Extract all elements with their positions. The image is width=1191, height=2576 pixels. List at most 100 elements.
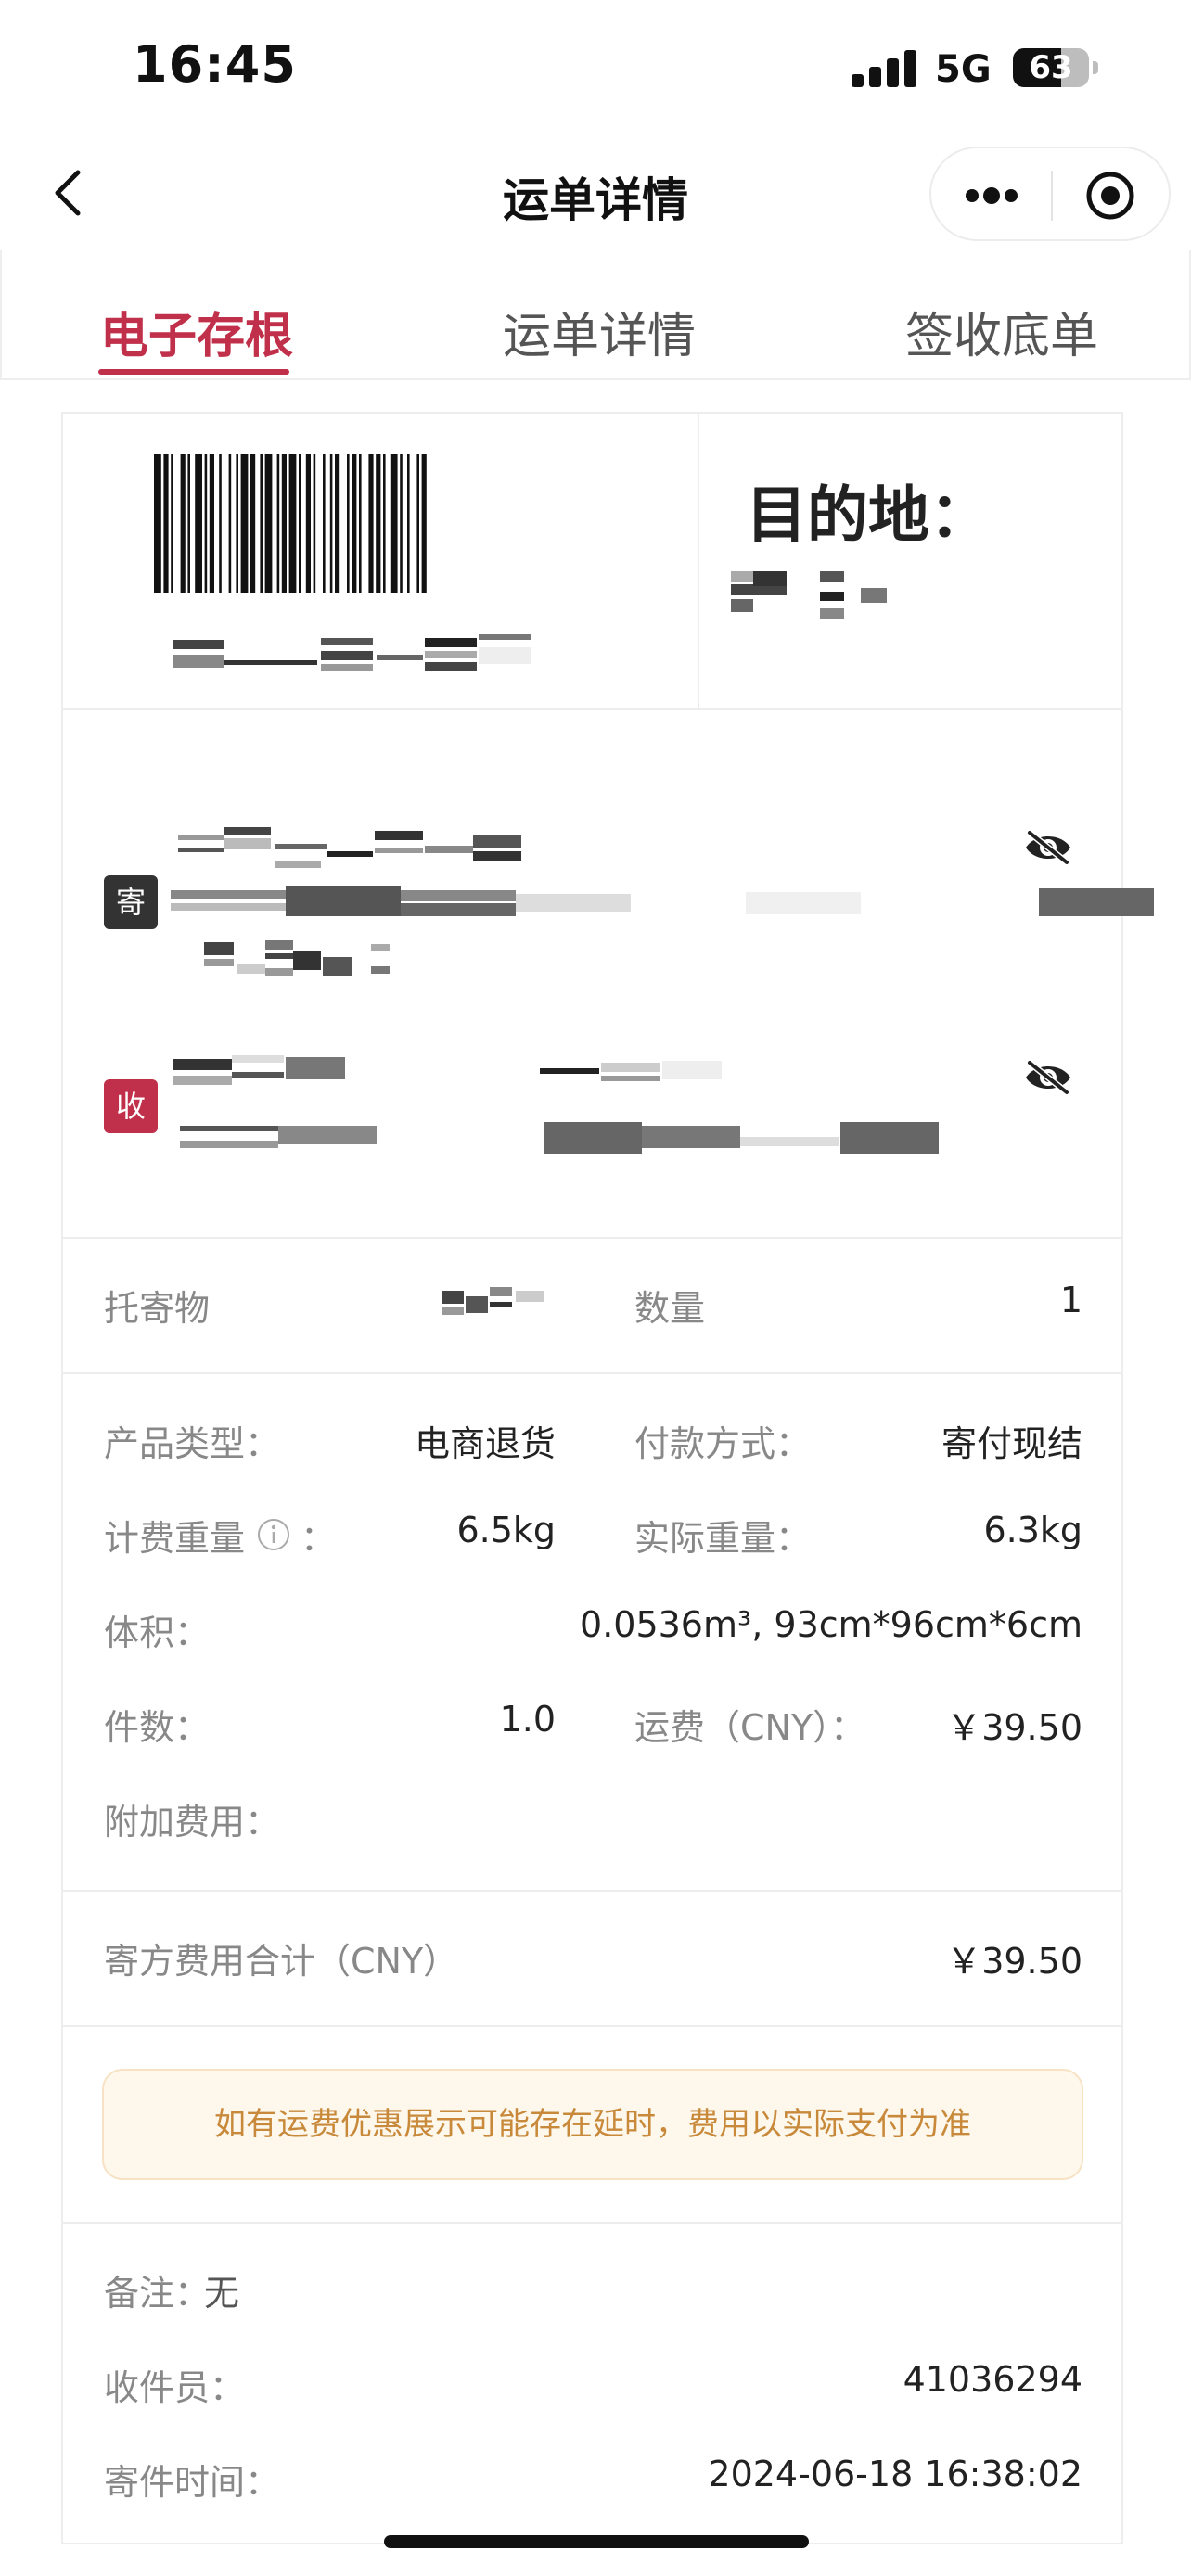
pieces-label: 件数： xyxy=(104,1707,211,1748)
total-fee-label: 寄方费用合计（CNY） xyxy=(104,1941,459,1982)
tab-e-stub[interactable]: 电子存根 xyxy=(100,297,293,366)
barcode-bar xyxy=(313,454,316,593)
barcode-bar xyxy=(154,454,161,593)
remark-label: 备注： xyxy=(104,2273,211,2314)
eye-slash-icon[interactable] xyxy=(1022,1057,1074,1098)
sender-address-redacted xyxy=(171,886,1154,916)
barcode-bar xyxy=(335,454,340,593)
barcode-bar xyxy=(209,454,214,593)
tab-waybill-detail[interactable]: 运单详情 xyxy=(503,297,696,366)
barcode-bar xyxy=(204,454,208,593)
barcode-bar xyxy=(264,454,273,593)
actual-weight-label: 实际重量： xyxy=(634,1518,812,1559)
row-divider xyxy=(63,1372,1121,1374)
barcode-bar xyxy=(383,454,386,593)
barcode-bar xyxy=(376,454,381,593)
freight-label: 运费（CNY）： xyxy=(634,1707,866,1748)
send-time-value: 2024-06-18 16:38:02 xyxy=(708,2454,1082,2494)
network-type: 5G xyxy=(935,48,992,91)
battery-nub xyxy=(1093,61,1098,74)
destination-redacted xyxy=(731,571,887,619)
barcode-bar xyxy=(407,454,410,593)
receiver-address-redacted xyxy=(180,1122,939,1154)
destination-label: 目的地： xyxy=(746,479,991,551)
courier-value: 41036294 xyxy=(903,2359,1082,2400)
battery-icon: 63 xyxy=(1013,48,1089,87)
product-type-label: 产品类型： xyxy=(104,1423,281,1464)
receiver-badge: 收 xyxy=(104,1079,158,1133)
tab-bar: 电子存根 运单详情 签收底单 xyxy=(0,250,1191,380)
tab-signed-receipt[interactable]: 签收底单 xyxy=(905,297,1098,366)
barcode-bar xyxy=(187,454,190,593)
barcode-bar xyxy=(400,454,403,593)
barcode-bar xyxy=(323,454,326,593)
barcode-bar xyxy=(171,454,173,593)
sender-badge: 寄 xyxy=(104,875,158,929)
barcode-bar xyxy=(368,454,374,593)
tab-active-indicator xyxy=(98,369,289,375)
row-divider xyxy=(63,1890,1121,1892)
barcode-bar xyxy=(219,454,222,593)
mini-program-capsule xyxy=(929,147,1171,241)
volume-value: 0.0536m³, 93cm*96cm*6cm xyxy=(580,1604,1082,1645)
home-indicator xyxy=(384,2535,809,2548)
status-time: 16:45 xyxy=(133,35,297,94)
receiver-name-redacted xyxy=(173,1055,722,1085)
quantity-label: 数量 xyxy=(634,1288,706,1329)
barcode-bar xyxy=(359,454,362,593)
extra-fee-label: 附加费用： xyxy=(104,1802,281,1843)
row-divider xyxy=(63,2025,1121,2027)
billing-weight-value: 6.5kg xyxy=(456,1510,556,1550)
payment-method-value: 寄付现结 xyxy=(941,1423,1082,1464)
barcode-bar xyxy=(276,454,280,593)
pieces-value: 1.0 xyxy=(499,1699,556,1740)
sender-phone-redacted xyxy=(204,940,390,976)
barcode-bar xyxy=(250,454,256,593)
barcode-bar xyxy=(260,454,263,593)
status-bar: 16:45 5G 63 xyxy=(0,0,1191,139)
row-divider xyxy=(63,2222,1121,2224)
fee-notice-banner: 如有运费优惠展示可能存在延时，费用以实际支付为准 xyxy=(102,2069,1083,2180)
quantity-value: 1 xyxy=(1059,1280,1082,1320)
waybill-card: 目的地： 寄 收 托寄物 数量 1 产品类型： 电商退货 付款方式： 寄付现结 … xyxy=(61,412,1154,2544)
barcode-bar xyxy=(180,454,186,593)
eye-slash-icon[interactable] xyxy=(1022,827,1074,868)
more-dots-icon[interactable] xyxy=(959,177,1024,214)
barcode-bar xyxy=(416,454,419,593)
barcode-bar xyxy=(195,454,202,593)
send-time-label: 寄件时间： xyxy=(104,2462,281,2503)
remark-value: 无 xyxy=(204,2273,240,2314)
header-divider xyxy=(698,414,699,708)
barcode-bar xyxy=(421,454,427,593)
product-type-value: 电商退货 xyxy=(414,1423,556,1464)
barcode-bar xyxy=(163,454,169,593)
capsule-divider xyxy=(1051,171,1053,221)
billing-weight-colon: ： xyxy=(301,1518,337,1559)
barcode-bar xyxy=(228,454,232,593)
navigation-bar: 运单详情 xyxy=(0,139,1191,250)
tracking-number-redacted xyxy=(173,634,531,671)
goods-label: 托寄物 xyxy=(104,1288,211,1329)
barcode-bar xyxy=(299,454,301,593)
barcode-bar xyxy=(288,454,297,593)
info-circle-icon[interactable] xyxy=(256,1517,291,1552)
barcode-bar xyxy=(305,454,311,593)
signal-icon xyxy=(852,46,918,87)
actual-weight-value: 6.3kg xyxy=(983,1510,1082,1550)
freight-value: ￥39.50 xyxy=(946,1707,1082,1748)
volume-label: 体积： xyxy=(104,1613,211,1653)
billing-weight-label: 计费重量 xyxy=(104,1518,246,1559)
goods-redacted xyxy=(442,1287,544,1315)
barcode-bar xyxy=(236,454,238,593)
row-divider xyxy=(63,708,1121,710)
battery-level: 63 xyxy=(1029,49,1073,86)
payment-method-label: 付款方式： xyxy=(634,1423,812,1464)
total-fee-value: ￥39.50 xyxy=(946,1941,1082,1982)
barcode-bar xyxy=(281,454,287,593)
barcode-bar xyxy=(390,454,398,593)
row-divider xyxy=(63,1237,1121,1239)
barcode-bar xyxy=(347,454,350,593)
barcode-bar xyxy=(352,454,357,593)
barcode xyxy=(154,454,427,593)
target-circle-icon[interactable] xyxy=(1083,169,1137,223)
